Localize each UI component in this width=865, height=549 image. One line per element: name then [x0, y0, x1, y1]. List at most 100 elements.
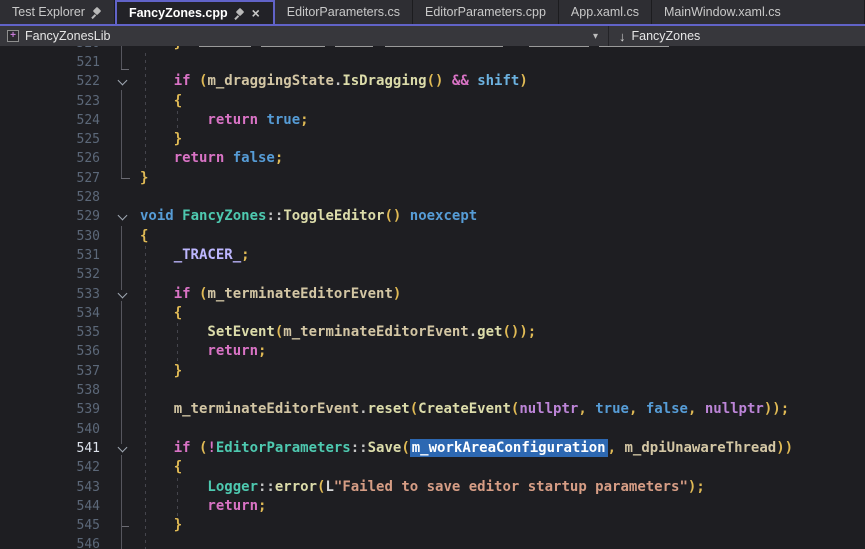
code-token: if — [174, 73, 191, 89]
code-text — [140, 420, 865, 439]
code-line-544[interactable]: 544return; — [0, 497, 865, 516]
code-text: } — [140, 362, 865, 381]
code-token: if — [174, 440, 191, 456]
code-token: ; — [258, 498, 266, 514]
close-icon[interactable]: × — [251, 6, 261, 20]
fold-margin — [102, 130, 140, 149]
fold-margin — [102, 381, 140, 400]
line-number: 546 — [0, 535, 102, 549]
fold-margin — [102, 342, 140, 361]
code-line-534[interactable]: 534{ — [0, 304, 865, 323]
line-number: 539 — [0, 400, 102, 419]
code-line-530[interactable]: 530 { — [0, 227, 865, 246]
scope-dropdown[interactable]: ↓ FancyZones — [609, 26, 865, 46]
line-number: 525 — [0, 130, 102, 149]
code-text — [140, 535, 865, 549]
code-token: ()); — [502, 324, 536, 340]
code-token: ( — [401, 440, 409, 456]
fold-margin — [102, 535, 140, 549]
code-line-546[interactable]: 546 — [0, 535, 865, 549]
code-token: noexcept — [410, 208, 477, 224]
fold-chevron-icon[interactable] — [114, 77, 130, 88]
code-line-523[interactable]: 523{ — [0, 92, 865, 111]
code-token: } — [174, 46, 182, 51]
code-token: nullptr — [519, 401, 578, 417]
cpp-project-icon: + — [7, 30, 19, 42]
code-line-521[interactable]: 521 — [0, 53, 865, 72]
code-token: ) — [519, 73, 527, 89]
code-line-525[interactable]: 525} — [0, 130, 865, 149]
code-editor[interactable]: 520} 521522if (m_draggingState.IsDraggin… — [0, 46, 865, 549]
code-line-520[interactable]: 520} — [0, 46, 865, 53]
code-text: { — [140, 227, 865, 246]
fold-margin — [102, 478, 140, 497]
tab-test-explorer[interactable]: Test Explorer — [0, 0, 115, 24]
code-token: } — [174, 363, 182, 379]
code-text: return true; — [140, 111, 865, 130]
tab-app-xaml-cs[interactable]: App.xaml.cs — [559, 0, 652, 24]
code-line-542[interactable]: 542{ — [0, 458, 865, 477]
code-line-532[interactable]: 532 — [0, 265, 865, 284]
code-line-527[interactable]: 527} — [0, 169, 865, 188]
code-line-528[interactable]: 528 — [0, 188, 865, 207]
code-line-536[interactable]: 536return; — [0, 342, 865, 361]
code-line-522[interactable]: 522if (m_draggingState.IsDragging() && s… — [0, 72, 865, 91]
code-text — [140, 53, 865, 72]
fold-margin — [102, 516, 140, 535]
fold-margin — [102, 188, 140, 207]
code-token: CreateEvent — [418, 401, 511, 417]
project-dropdown[interactable]: + FancyZonesLib ▾ — [0, 26, 608, 46]
fold-margin — [102, 439, 140, 458]
code-line-541[interactable]: 541if (!EditorParameters::Save(m_workAre… — [0, 439, 865, 458]
code-line-535[interactable]: 535SetEvent(m_terminateEditorEvent.get()… — [0, 323, 865, 342]
code-line-540[interactable]: 540 — [0, 420, 865, 439]
document-tab-bar: Test ExplorerFancyZones.cpp×EditorParame… — [0, 0, 865, 24]
fold-chevron-icon[interactable] — [114, 290, 130, 301]
tab-editorparameters-cpp[interactable]: EditorParameters.cpp — [413, 0, 559, 24]
code-line-539[interactable]: 539m_terminateEditorEvent.reset(CreateEv… — [0, 400, 865, 419]
code-line-537[interactable]: 537} — [0, 362, 865, 381]
code-text: { — [140, 458, 865, 477]
code-text: { — [140, 304, 865, 323]
tab-editorparameters-cs[interactable]: EditorParameters.cs — [275, 0, 413, 24]
code-token: Logger — [207, 479, 258, 495]
code-text: return false; — [140, 149, 865, 168]
code-token: if — [174, 286, 191, 302]
code-token: && — [452, 73, 469, 89]
line-number: 533 — [0, 285, 102, 304]
code-line-533[interactable]: 533if (m_terminateEditorEvent) — [0, 285, 865, 304]
code-token: reset — [368, 401, 410, 417]
line-number: 535 — [0, 323, 102, 342]
fold-chevron-icon[interactable] — [114, 444, 130, 455]
code-line-531[interactable]: 531_TRACER_; — [0, 246, 865, 265]
code-token: return — [207, 498, 258, 514]
pin-icon[interactable] — [91, 7, 102, 18]
code-line-545[interactable]: 545} — [0, 516, 865, 535]
code-token: get — [477, 324, 502, 340]
line-number: 530 — [0, 227, 102, 246]
code-token: true — [595, 401, 629, 417]
pin-icon[interactable] — [234, 8, 245, 19]
code-token: { — [174, 305, 182, 321]
fold-margin — [102, 169, 140, 188]
line-number: 527 — [0, 169, 102, 188]
code-token: return — [207, 343, 258, 359]
clipped-text-fragment — [199, 46, 251, 47]
code-text: } — [140, 516, 865, 535]
code-line-524[interactable]: 524return true; — [0, 111, 865, 130]
fold-chevron-icon[interactable] — [114, 212, 130, 223]
code-token: IsDragging — [342, 73, 426, 89]
code-line-543[interactable]: 543Logger::error(L"Failed to save editor… — [0, 478, 865, 497]
selected-symbol[interactable]: m_workAreaConfiguration — [410, 439, 608, 457]
code-text: Logger::error(L"Failed to save editor st… — [140, 478, 865, 497]
code-token: ! — [207, 440, 215, 456]
chevron-down-icon[interactable]: ▾ — [589, 31, 602, 42]
code-line-529[interactable]: 529void FancyZones::ToggleEditor() noexc… — [0, 207, 865, 226]
code-line-538[interactable]: 538 — [0, 381, 865, 400]
code-line-526[interactable]: 526return false; — [0, 149, 865, 168]
line-number: 540 — [0, 420, 102, 439]
code-text — [140, 265, 865, 284]
tab-fancyzones-cpp[interactable]: FancyZones.cpp× — [115, 0, 275, 24]
tab-mainwindow-xaml-cs[interactable]: MainWindow.xaml.cs — [652, 0, 865, 24]
fold-margin — [102, 458, 140, 477]
